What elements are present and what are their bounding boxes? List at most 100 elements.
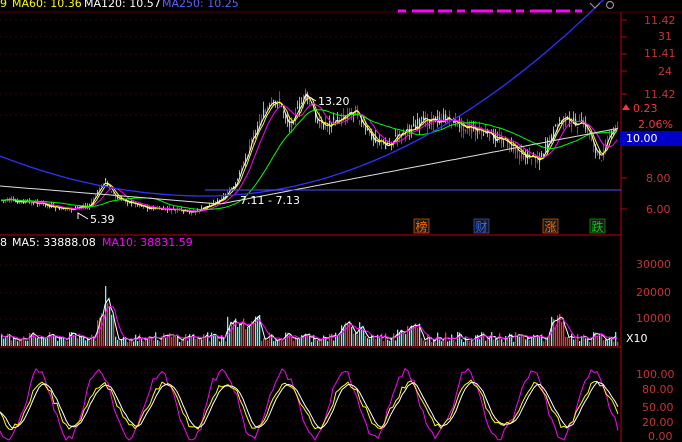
volume-bar: [403, 332, 405, 346]
settings-icon[interactable]: [605, 0, 615, 10]
candle-body: [337, 117, 339, 119]
volume-bar: [615, 332, 617, 346]
osc-label-4: 20.00: [642, 416, 674, 429]
candle-body: [333, 116, 335, 121]
volume-bar: [603, 340, 605, 346]
high-label: 13.20: [318, 95, 350, 108]
candle-body: [111, 191, 113, 193]
candle-body: [559, 119, 561, 122]
volume-bar: [95, 340, 97, 346]
volume-bar: [539, 336, 541, 346]
volume-bar: [441, 341, 443, 346]
volume-bar: [453, 339, 455, 346]
candle-body: [541, 152, 543, 158]
volume-bar: [211, 332, 213, 346]
collapse-icon[interactable]: [589, 2, 601, 9]
volume-bar: [17, 341, 19, 346]
volume-bar: [253, 321, 255, 346]
candle-body: [171, 210, 173, 212]
volume-bar: [607, 340, 609, 346]
volume-bar: [219, 341, 221, 346]
volume-bar: [383, 341, 385, 346]
candle-body: [379, 142, 381, 144]
volume-bar: [37, 337, 39, 346]
volume-bar: [299, 338, 301, 346]
osc-label-3: 50.00: [642, 401, 674, 414]
volume-bar: [147, 338, 149, 346]
candle-body: [139, 205, 141, 207]
candle-body: [227, 192, 229, 194]
volume-bar: [55, 336, 57, 346]
volume-bar: [369, 338, 371, 346]
volume-bar: [397, 329, 399, 346]
volume-bar: [5, 337, 7, 346]
volume-bar: [491, 332, 493, 346]
event-tag-label[interactable]: 榜: [416, 219, 428, 234]
volume-bar: [119, 340, 121, 346]
volume-bar: [157, 340, 159, 346]
volume-bar: [171, 336, 173, 346]
volume-bar: [411, 325, 413, 346]
volume-bar: [315, 339, 317, 346]
volume-bar: [11, 340, 13, 346]
volume-bar: [137, 341, 139, 346]
volume-bar: [375, 338, 377, 346]
candle-body: [289, 121, 291, 127]
volume-bar: [401, 329, 403, 346]
candle-body: [413, 123, 415, 127]
volume-bar: [529, 340, 531, 346]
candle-body: [411, 131, 413, 133]
ma60-line: [1, 109, 617, 210]
candle-body: [477, 130, 479, 133]
volume-bar: [77, 338, 79, 346]
volume-bar: [263, 338, 265, 346]
event-tag-label[interactable]: 涨: [545, 219, 557, 234]
volume-bar: [345, 322, 347, 346]
candle-body: [267, 107, 269, 109]
volume-bar: [505, 335, 507, 346]
volume-bar: [197, 338, 199, 346]
volume-bar: [469, 340, 471, 346]
vol-label-3: 10000: [636, 312, 671, 325]
volume-bar: [201, 339, 203, 346]
current-price: 10.00: [626, 132, 658, 145]
vol-legend-ma10: MA10: 38831.59: [102, 236, 193, 249]
volume-bar: [585, 338, 587, 346]
candle-body: [135, 204, 137, 206]
volume-bar: [111, 314, 113, 346]
volume-bar: [447, 341, 449, 346]
osc-label-5: 0.00: [648, 430, 673, 442]
volume-pane[interactable]: [0, 286, 619, 346]
volume-bar: [217, 336, 219, 346]
stock-chart[interactable]: 9 MA60: 10.36 MA120: 10.57 MA250: 10.25 …: [0, 0, 682, 442]
volume-bar: [333, 340, 335, 346]
event-tags[interactable]: 榜财涨跌: [413, 218, 606, 234]
oscillator-pane[interactable]: [0, 367, 619, 442]
volume-bar: [409, 328, 411, 346]
volume-bar: [507, 338, 509, 346]
volume-bar: [617, 341, 619, 346]
volume-bar: [247, 326, 249, 346]
volume-bar: [63, 337, 65, 346]
event-tag-label[interactable]: 跌: [592, 219, 604, 234]
volume-bar: [457, 332, 459, 346]
candle-body: [535, 158, 537, 163]
candle-body: [265, 111, 267, 113]
volume-bar: [417, 327, 419, 346]
price-pane[interactable]: [0, 0, 621, 216]
candle-body: [615, 125, 617, 128]
event-tag-label[interactable]: 财: [476, 220, 488, 234]
volume-bar: [155, 332, 157, 346]
volume-bar: [51, 336, 53, 346]
price-label-5: 11.42: [644, 88, 676, 101]
volume-bar: [181, 340, 183, 346]
candle-body: [283, 111, 285, 113]
volume-bar: [463, 341, 465, 346]
candle-body: [263, 109, 265, 117]
candle-body: [509, 147, 511, 149]
volume-bar: [429, 337, 431, 346]
candle-body: [609, 133, 611, 134]
volume-bar: [285, 332, 287, 346]
volume-bar: [249, 324, 251, 346]
volume-bar: [353, 333, 355, 346]
